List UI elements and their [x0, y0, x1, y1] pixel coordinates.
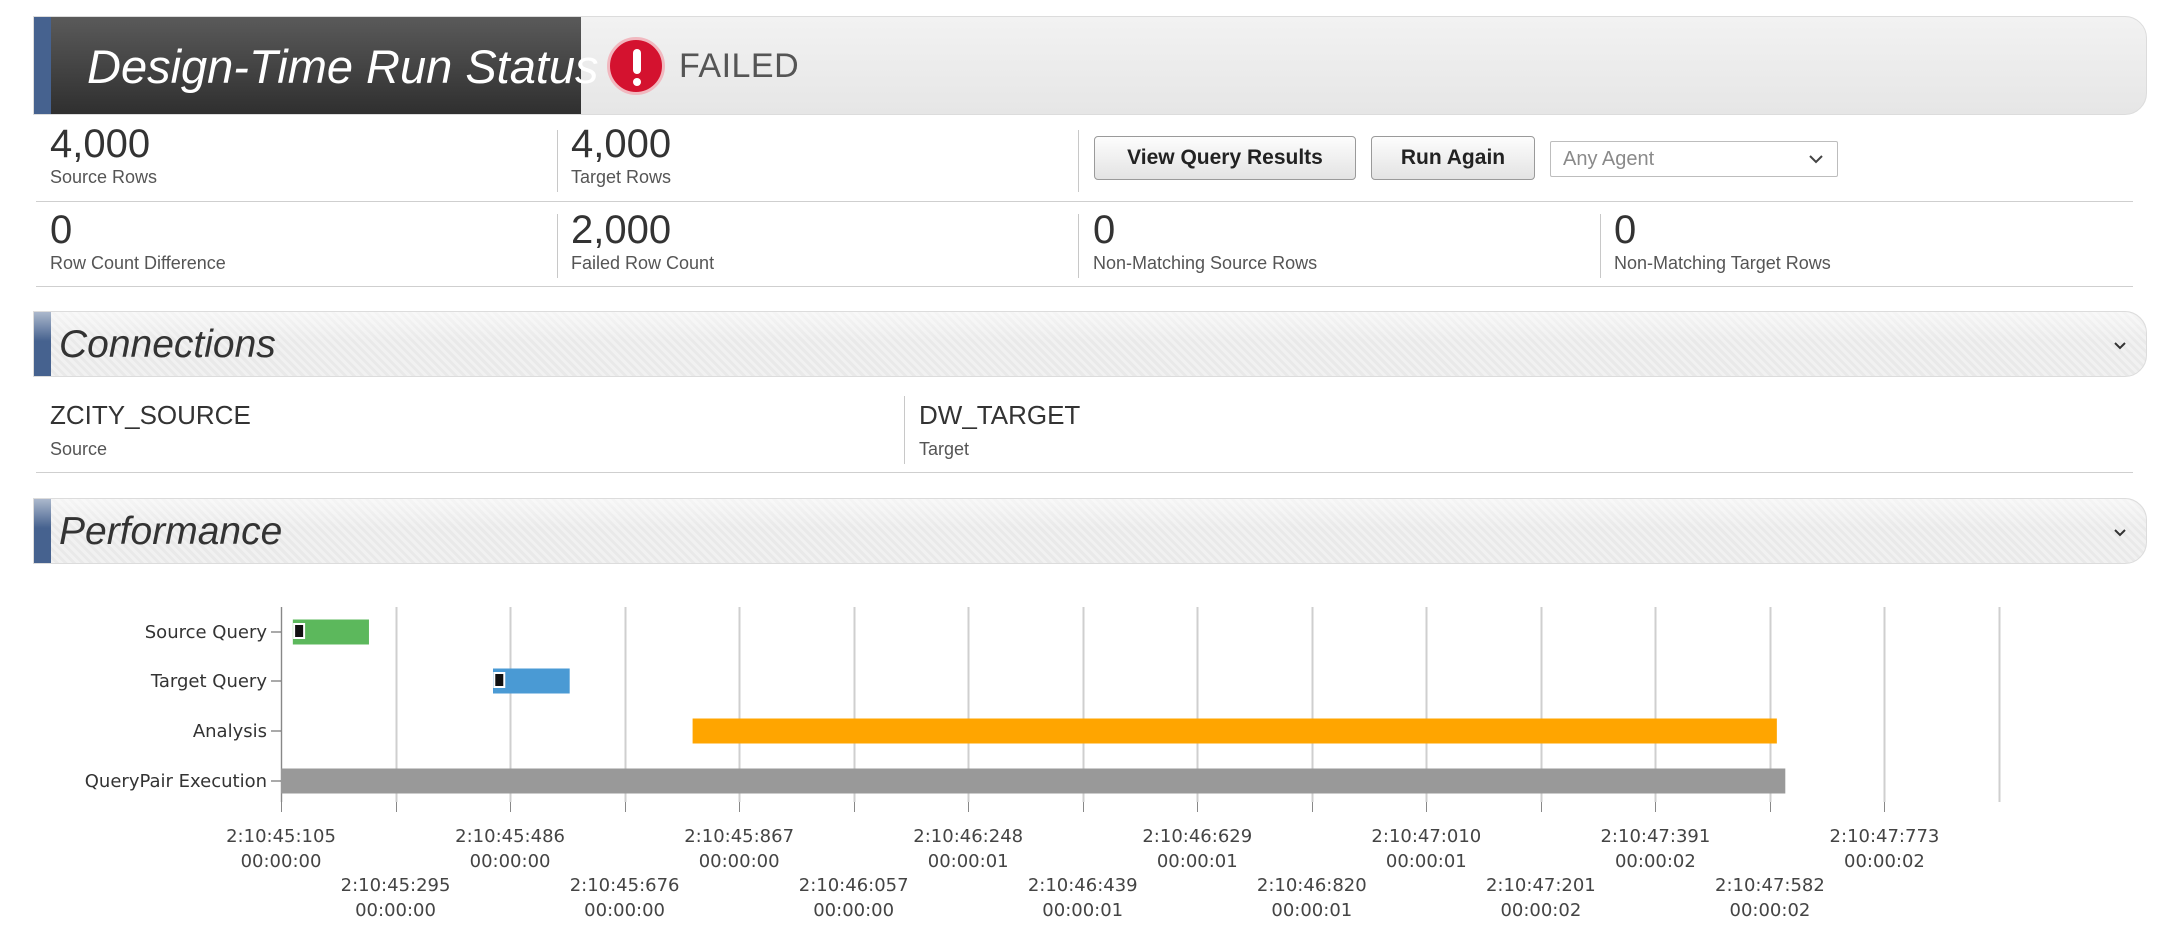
x-tick-elapsed-label: 00:00:02	[1730, 900, 1811, 921]
x-tick-time-label: 2:10:47:582	[1715, 875, 1825, 896]
x-tick-time-label: 2:10:45:105	[226, 826, 336, 847]
y-axis-label: Target Query	[150, 671, 267, 692]
x-tick-time-label: 2:10:46:439	[1028, 875, 1138, 896]
x-tick-time-label: 2:10:47:773	[1830, 826, 1940, 847]
x-tick-time-label: 2:10:46:248	[913, 826, 1023, 847]
gantt-marker	[293, 623, 306, 639]
x-tick-time-label: 2:10:45:486	[455, 826, 565, 847]
connections-bottom-divider	[36, 472, 2133, 473]
x-tick-time-label: 2:10:46:629	[1142, 826, 1252, 847]
section-accent-bar	[34, 499, 51, 563]
x-tick-elapsed-label: 00:00:00	[584, 900, 665, 921]
chevron-down-icon[interactable]	[2110, 523, 2130, 543]
stat-value: 0	[50, 208, 73, 252]
connection-source: ZCITY_SOURCE Source	[50, 400, 251, 460]
stat-divider	[1600, 214, 1601, 278]
stat-label: Row Count Difference	[50, 253, 226, 273]
x-tick-time-label: 2:10:46:057	[799, 875, 909, 896]
x-tick-elapsed-label: 00:00:02	[1615, 851, 1696, 872]
x-tick-time-label: 2:10:45:867	[684, 826, 794, 847]
page-title: Design-Time Run Status	[87, 40, 599, 93]
stat-non-matching-source-rows: 0 Non-Matching Source Rows	[1093, 208, 1317, 274]
stat-source-rows: 4,000 Source Rows	[50, 122, 157, 188]
stat-value: 4,000	[50, 122, 151, 166]
x-tick-elapsed-label: 00:00:01	[1271, 900, 1352, 921]
stat-failed-row-count: 2,000 Failed Row Count	[571, 208, 714, 274]
stat-value: 2,000	[571, 208, 672, 252]
x-tick-time-label: 2:10:47:010	[1371, 826, 1481, 847]
connection-divider	[904, 396, 905, 464]
stat-non-matching-target-rows: 0 Non-Matching Target Rows	[1614, 208, 1831, 274]
x-tick-time-label: 2:10:45:676	[570, 875, 680, 896]
x-tick-elapsed-label: 00:00:02	[1844, 851, 1925, 872]
x-tick-elapsed-label: 00:00:01	[928, 851, 1009, 872]
stat-row-count-difference: 0 Row Count Difference	[50, 208, 226, 274]
connection-target: DW_TARGET Target	[919, 400, 1080, 460]
connection-source-name: ZCITY_SOURCE	[50, 400, 251, 430]
stat-label: Failed Row Count	[571, 253, 715, 273]
status-state-text: FAILED	[679, 47, 800, 85]
x-tick-elapsed-label: 00:00:01	[1157, 851, 1238, 872]
x-tick-time-label: 2:10:47:391	[1600, 826, 1710, 847]
app-root: Design-Time Run Status FAILED 4,000 Sour…	[0, 0, 2169, 950]
agent-select[interactable]: Any Agent	[1550, 141, 1838, 177]
performance-title: Performance	[59, 510, 283, 553]
stat-divider	[1078, 130, 1079, 192]
run-status-header: Design-Time Run Status FAILED	[33, 16, 2147, 115]
agent-select-value: Any Agent	[1563, 148, 1655, 170]
x-tick-elapsed-label: 00:00:01	[1042, 900, 1123, 921]
x-tick-time-label: 2:10:47:201	[1486, 875, 1596, 896]
error-icon	[607, 37, 665, 95]
stat-label: Source Rows	[50, 167, 158, 187]
performance-gantt-chart: Source Query Target Query Analysis QueryPai…	[85, 607, 2001, 921]
chevron-down-icon	[1809, 155, 1823, 164]
x-tick-elapsed-label: 00:00:00	[470, 851, 551, 872]
gantt-bar	[281, 768, 1786, 794]
run-again-button[interactable]: Run Again	[1371, 136, 1535, 180]
y-axis-label: Source Query	[145, 622, 268, 643]
x-tick-elapsed-label: 00:00:00	[813, 900, 894, 921]
x-tick-elapsed-label: 00:00:00	[699, 851, 780, 872]
connections-section-header[interactable]: Connections	[33, 311, 2147, 377]
connection-source-label: Source	[50, 439, 108, 459]
connection-target-label: Target	[919, 439, 970, 459]
connection-target-name: DW_TARGET	[919, 400, 1081, 430]
stat-divider	[557, 130, 558, 192]
stat-label: Non-Matching Target Rows	[1614, 253, 1831, 273]
stats-bottom-divider	[36, 286, 2133, 287]
x-tick-time-label: 2:10:46:820	[1257, 875, 1367, 896]
connections-title: Connections	[59, 323, 276, 366]
stat-target-rows: 4,000 Target Rows	[571, 122, 671, 188]
stat-divider	[1078, 214, 1079, 278]
stat-divider	[557, 214, 558, 278]
y-axis-label: QueryPair Execution	[85, 771, 267, 792]
view-query-results-button[interactable]: View Query Results	[1094, 136, 1356, 180]
stat-value: 0	[1614, 208, 1637, 252]
stat-value: 0	[1093, 208, 1116, 252]
chevron-down-icon[interactable]	[2110, 336, 2130, 356]
header-accent-bar	[34, 17, 51, 114]
gantt-bar	[692, 718, 1777, 744]
x-tick-time-label: 2:10:45:295	[341, 875, 451, 896]
x-tick-elapsed-label: 00:00:01	[1386, 851, 1467, 872]
x-tick-elapsed-label: 00:00:00	[241, 851, 322, 872]
stat-label: Non-Matching Source Rows	[1093, 253, 1318, 273]
section-accent-bar	[34, 312, 51, 376]
y-axis-label: Analysis	[193, 721, 267, 742]
stats-row-divider	[36, 201, 2133, 202]
performance-section-header[interactable]: Performance	[33, 498, 2147, 564]
gantt-marker	[493, 672, 506, 688]
x-tick-elapsed-label: 00:00:00	[355, 900, 436, 921]
stat-value: 4,000	[571, 122, 672, 166]
stat-label: Target Rows	[571, 167, 672, 187]
x-tick-elapsed-label: 00:00:02	[1500, 900, 1581, 921]
